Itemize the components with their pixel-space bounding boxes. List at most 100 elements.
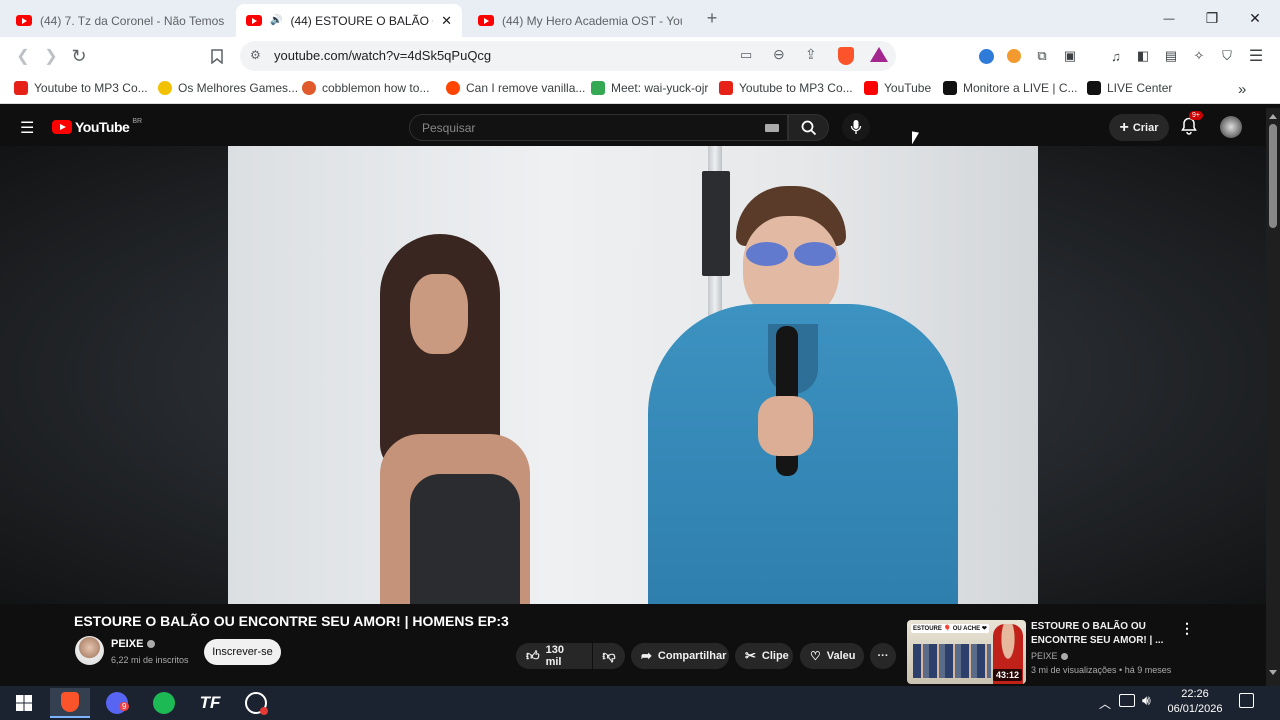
country-code: BR <box>132 117 143 125</box>
notification-center-icon[interactable] <box>1239 693 1254 708</box>
tab-2[interactable]: 🔊 (44) ESTOURE O BALÃO OU E ✕ <box>236 4 462 37</box>
thumbs-down-icon: 👎︎ <box>602 648 616 663</box>
tab-1[interactable]: (44) 7. Tz da Coronel - Não Temos M <box>6 4 234 37</box>
create-label: Criar <box>1132 121 1159 134</box>
site-info-icon[interactable]: ⚙ <box>250 48 261 62</box>
channel-name[interactable]: PEIXE <box>111 638 156 650</box>
share-button[interactable]: ➦ Compartilhar <box>631 643 729 669</box>
media-control-icon[interactable]: ♫ <box>1106 46 1126 66</box>
create-button[interactable]: + Criar <box>1109 114 1169 141</box>
bookmark-label: Youtube to MP3 Co... <box>34 81 148 95</box>
bookmark-item[interactable]: Can I remove vanilla... <box>446 81 585 95</box>
subscriber-count: 6,22 mi de inscritos <box>111 655 189 665</box>
scroll-up-icon[interactable] <box>1269 114 1277 119</box>
menu-icon[interactable]: ☰ <box>1246 46 1266 66</box>
forward-icon[interactable]: ❯ <box>40 45 62 67</box>
recommended-title[interactable]: ESTOURE O BALÃO OU ENCONTRE SEU AMOR! | … <box>1031 620 1171 648</box>
bookmark-item[interactable]: cobblemon how to... <box>302 81 429 95</box>
bookmark-page-icon[interactable] <box>206 45 228 67</box>
sunglasses <box>746 242 836 266</box>
search-button[interactable] <box>788 114 829 141</box>
recommended-thumbnail[interactable]: ESTOURE 🎈 OU ACHE ❤ 43:12 <box>907 620 1026 684</box>
leo-ai-icon[interactable]: ✧ <box>1189 46 1209 66</box>
clip-label: Clipe <box>761 650 789 662</box>
bookmark-favicon-icon <box>943 81 957 95</box>
taskbar-brave[interactable] <box>50 688 90 718</box>
bookmark-item[interactable]: Youtube to MP3 Co... <box>719 81 853 95</box>
taskbar-spotify[interactable] <box>144 688 184 718</box>
clip-button[interactable]: ✂ Clipe <box>735 643 793 669</box>
bookmark-favicon-icon <box>446 81 460 95</box>
like-button[interactable]: 👍︎ 130 mil <box>516 643 592 669</box>
taskbar-discord[interactable]: 9 <box>97 688 137 718</box>
spotify-icon <box>153 692 175 714</box>
url-text[interactable]: youtube.com/watch?v=4dSk5qPuQcg <box>274 48 491 63</box>
thanks-button[interactable]: ♡ Valeu <box>800 643 864 669</box>
youtube-favicon-icon <box>478 15 494 26</box>
bookmark-item[interactable]: Monitore a LIVE | C... <box>943 81 1078 95</box>
windows-taskbar: 9 TF ︿ 🔊︎ 22:26 06/01/2026 <box>0 686 1280 720</box>
recommended-channel[interactable]: PEIXE <box>1031 651 1068 661</box>
install-app-icon[interactable]: ▭ <box>740 47 752 63</box>
speaker-icon[interactable]: 🔊 <box>270 15 282 26</box>
search-input[interactable]: Pesquisar <box>409 114 788 141</box>
tab-strip: (44) 7. Tz da Coronel - Não Temos M 🔊 (4… <box>0 0 1280 37</box>
taskbar-obs[interactable] <box>236 688 276 718</box>
brave-shields-icon[interactable] <box>838 47 854 65</box>
reload-icon[interactable]: ↻ <box>68 45 90 67</box>
brave-rewards-icon[interactable] <box>870 47 888 62</box>
video-frame[interactable] <box>228 146 1038 604</box>
scroll-down-icon[interactable] <box>1269 670 1277 675</box>
plus-icon: + <box>1119 118 1129 136</box>
network-icon[interactable] <box>1119 694 1135 707</box>
bookmark-label: cobblemon how to... <box>322 81 430 95</box>
close-tab-icon[interactable]: ✕ <box>441 13 452 29</box>
tab-title: (44) My Hero Academia OST - You Sa <box>502 13 682 28</box>
tray-chevron-icon[interactable]: ︿ <box>1099 695 1111 712</box>
avatar[interactable] <box>1220 116 1242 138</box>
keyboard-icon[interactable] <box>765 124 779 132</box>
bookmark-item[interactable]: Meet: wai-yuck-ojr <box>591 81 708 95</box>
voice-search-button[interactable] <box>842 113 870 141</box>
bookmark-item[interactable]: Youtube to MP3 Co... <box>14 81 148 95</box>
zoom-icon[interactable]: ⊖ <box>773 46 785 63</box>
channel-avatar[interactable] <box>75 636 104 665</box>
close-window-button[interactable]: ✕ <box>1233 0 1277 37</box>
bookmarks-bar: Youtube to MP3 Co... Os Melhores Games..… <box>0 75 1280 104</box>
back-icon[interactable]: ❮ <box>12 45 34 67</box>
page-scrollbar[interactable] <box>1266 108 1280 686</box>
share-icon[interactable]: ⇪ <box>805 46 817 63</box>
address-bar[interactable]: ⚙ youtube.com/watch?v=4dSk5qPuQcg ▭ ⊖ ⇪ <box>240 41 896 71</box>
scroll-thumb[interactable] <box>1269 124 1277 228</box>
subscribe-button[interactable]: Inscrever-se <box>204 639 281 665</box>
notifications-button[interactable]: 9+ <box>1181 111 1203 137</box>
restore-button[interactable]: ❐ <box>1190 0 1234 37</box>
taskbar-tf-app[interactable]: TF <box>190 688 230 718</box>
more-actions-button[interactable]: ··· <box>870 643 896 669</box>
recommended-menu-icon[interactable]: ⋮ <box>1180 620 1194 637</box>
bookmark-item[interactable]: LIVE Center <box>1087 81 1172 95</box>
screenshot-icon[interactable]: ▣ <box>1060 46 1080 66</box>
minimize-button[interactable]: — <box>1147 0 1191 37</box>
bookmarks-overflow-button[interactable]: » <box>1238 81 1246 98</box>
sidebar-icon[interactable]: ◧ <box>1133 46 1153 66</box>
clock[interactable]: 22:26 06/01/2026 <box>1164 687 1226 717</box>
extension-blue-icon[interactable] <box>976 46 996 66</box>
start-button[interactable] <box>4 688 44 718</box>
new-tab-button[interactable]: + <box>690 0 734 37</box>
hamburger-menu-icon[interactable]: ☰ <box>20 118 34 138</box>
tab-3[interactable]: (44) My Hero Academia OST - You Sa <box>468 4 692 37</box>
bookmark-item[interactable]: YouTube <box>864 81 931 95</box>
volume-icon[interactable]: 🔊︎ <box>1142 692 1151 709</box>
video-title: ESTOURE O BALÃO OU ENCONTRE SEU AMOR! | … <box>74 613 509 629</box>
dislike-button[interactable]: 👎︎ <box>593 643 625 669</box>
video-player[interactable] <box>0 146 1266 604</box>
extensions-puzzle-icon[interactable]: ⧉ <box>1032 46 1052 66</box>
extension-orange-icon[interactable] <box>1004 46 1024 66</box>
tab-title: (44) 7. Tz da Coronel - Não Temos M <box>40 13 224 28</box>
wallet-icon[interactable]: ▤ <box>1161 46 1181 66</box>
vpn-shield-icon[interactable]: ⛉ <box>1217 46 1237 66</box>
youtube-logo[interactable]: YouTube BR <box>52 117 143 135</box>
bookmark-item[interactable]: Os Melhores Games... <box>158 81 298 95</box>
recommended-title-line: ESTOURE O BALÃO OU <box>1031 621 1146 632</box>
